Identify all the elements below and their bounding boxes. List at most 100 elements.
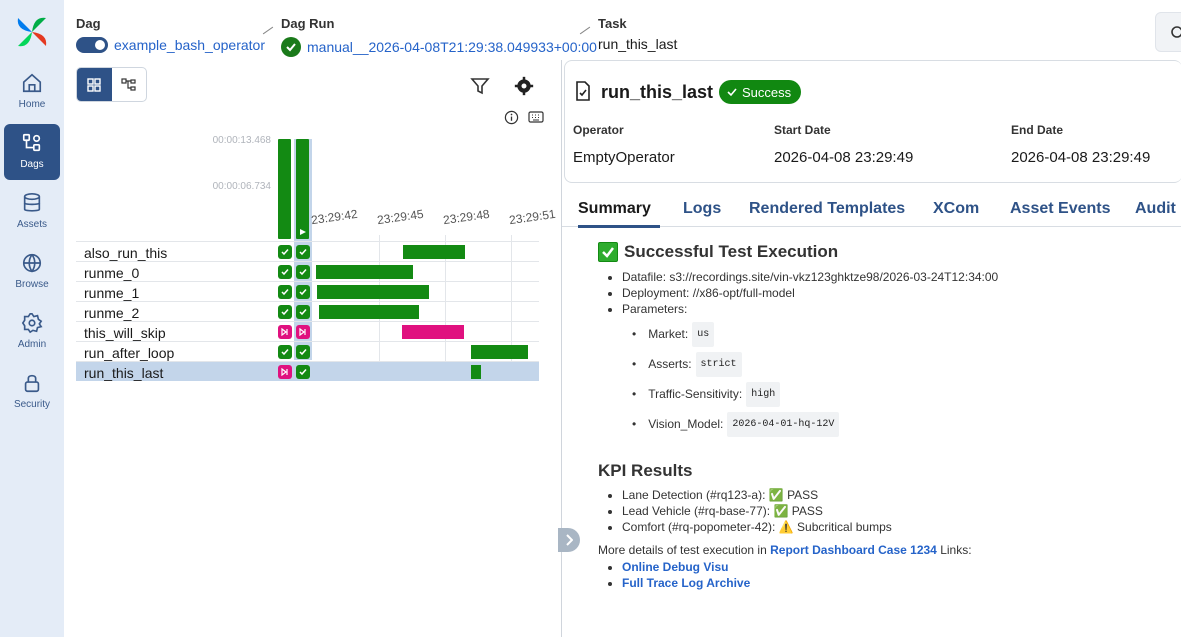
top-right-button[interactable] bbox=[1155, 12, 1181, 52]
side-nav: Home Dags Assets Browse Admin Security bbox=[0, 0, 64, 637]
nav-home[interactable]: Home bbox=[4, 64, 60, 120]
link-item: Online Debug Visu bbox=[622, 560, 1181, 574]
dag-link[interactable]: example_bash_operator bbox=[114, 37, 265, 53]
tab-audit[interactable]: Audit bbox=[1135, 200, 1176, 218]
gantt-bar[interactable] bbox=[316, 265, 413, 279]
task-name[interactable]: runme_1 bbox=[84, 285, 139, 301]
task-label: Task bbox=[598, 16, 627, 31]
param-value: high bbox=[746, 381, 781, 407]
task-row[interactable]: runme_1 bbox=[76, 281, 539, 301]
kpi-item: Lead Vehicle (#rq-base-77): ✅ PASS bbox=[622, 504, 1181, 518]
keyboard-shortcuts-button[interactable] bbox=[527, 109, 545, 125]
gantt-time-tick: 23:29:51 bbox=[508, 206, 557, 228]
gantt-bar[interactable] bbox=[317, 285, 429, 299]
tab-logs[interactable]: Logs bbox=[683, 200, 721, 218]
nav-browse[interactable]: Browse bbox=[4, 244, 60, 300]
view-mode-toggle bbox=[76, 67, 147, 102]
success-icon[interactable] bbox=[278, 265, 292, 279]
task-name[interactable]: runme_2 bbox=[84, 305, 139, 321]
nav-security[interactable]: Security bbox=[4, 364, 60, 420]
start-date-value: 2026-04-08 23:29:49 bbox=[774, 149, 914, 166]
dag-pause-toggle[interactable] bbox=[76, 37, 108, 53]
debug-visu-link[interactable]: Online Debug Visu bbox=[622, 560, 728, 574]
tab-xcom[interactable]: XCom bbox=[933, 200, 979, 218]
gantt-time-tick: 23:29:45 bbox=[376, 206, 425, 228]
skipped-icon[interactable] bbox=[278, 365, 292, 379]
tab-asset-events[interactable]: Asset Events bbox=[1010, 200, 1111, 218]
tab-summary[interactable]: Summary bbox=[578, 200, 651, 218]
play-icon bbox=[300, 229, 306, 235]
settings-button[interactable] bbox=[512, 74, 536, 98]
task-row[interactable]: run_after_loop bbox=[76, 341, 539, 361]
dag-run-link[interactable]: manual__2026-04-08T21:29:38.049933+00:00 bbox=[307, 39, 597, 55]
links-label: Links: bbox=[940, 543, 972, 557]
task-name[interactable]: runme_0 bbox=[84, 265, 139, 281]
graph-icon bbox=[121, 77, 136, 91]
task-row[interactable]: runme_2 bbox=[76, 301, 539, 321]
trace-log-link[interactable]: Full Trace Log Archive bbox=[622, 576, 750, 590]
gantt-time-tick: 23:29:42 bbox=[310, 206, 359, 228]
gantt-bar[interactable] bbox=[471, 345, 528, 359]
param-key: Market: bbox=[648, 326, 689, 341]
task-name[interactable]: also_run_this bbox=[84, 245, 167, 261]
kpi-result: Subcritical bumps bbox=[797, 520, 892, 534]
param-key: Traffic-Sensitivity: bbox=[648, 386, 743, 401]
kpi-result: PASS bbox=[787, 488, 819, 502]
success-icon[interactable] bbox=[296, 345, 310, 359]
gantt-bar[interactable] bbox=[471, 365, 481, 379]
success-icon[interactable] bbox=[278, 285, 292, 299]
param-value: strict bbox=[695, 351, 742, 377]
skipped-icon[interactable] bbox=[296, 325, 310, 339]
filter-button[interactable] bbox=[468, 74, 492, 98]
success-icon[interactable] bbox=[296, 285, 310, 299]
dag-label: Dag bbox=[76, 16, 101, 31]
report-dashboard-link[interactable]: Report Dashboard Case 1234 bbox=[770, 543, 937, 557]
graph-view-button[interactable] bbox=[112, 68, 147, 101]
nav-dags[interactable]: Dags bbox=[4, 124, 60, 180]
start-date-label: Start Date bbox=[774, 123, 831, 137]
success-icon[interactable] bbox=[296, 305, 310, 319]
task-row-selected[interactable]: run_this_last bbox=[76, 361, 539, 381]
success-icon[interactable] bbox=[296, 265, 310, 279]
operator-label: Operator bbox=[573, 123, 624, 137]
task-name[interactable]: run_this_last bbox=[84, 365, 163, 381]
task-row[interactable]: runme_0 bbox=[76, 261, 539, 281]
grid-view-button[interactable] bbox=[77, 68, 112, 101]
tab-rendered-templates[interactable]: Rendered Templates bbox=[749, 200, 905, 218]
task-row[interactable]: this_will_skip bbox=[76, 321, 539, 341]
deployment-item: Deployment: //x86-opt/full-model bbox=[622, 287, 1181, 299]
param-item: Vision_Model:2026-04-01-hq-12V bbox=[646, 409, 1181, 439]
breadcrumb-dag: Dag example_bash_operator bbox=[76, 16, 265, 53]
pass-icon: ✅ bbox=[773, 504, 789, 518]
nav-assets[interactable]: Assets bbox=[4, 184, 60, 240]
success-icon[interactable] bbox=[296, 365, 310, 379]
skipped-icon[interactable] bbox=[278, 325, 292, 339]
gantt-bar-skipped[interactable] bbox=[402, 325, 464, 339]
success-icon[interactable] bbox=[296, 245, 310, 259]
airflow-logo[interactable] bbox=[14, 14, 50, 50]
success-icon[interactable] bbox=[278, 245, 292, 259]
chevron-right-icon bbox=[566, 534, 573, 546]
more-details-text: More details of test execution in bbox=[598, 543, 767, 557]
gantt-bar[interactable] bbox=[403, 245, 465, 259]
task-name[interactable]: this_will_skip bbox=[84, 325, 166, 341]
dag-run-duration-bar[interactable] bbox=[278, 139, 291, 239]
param-item: Market:us bbox=[646, 319, 1181, 349]
nav-browse-label: Browse bbox=[15, 279, 49, 290]
gantt-bar[interactable] bbox=[319, 305, 419, 319]
task-row[interactable]: also_run_this bbox=[76, 241, 539, 261]
param-item: Asserts:strict bbox=[646, 349, 1181, 379]
task-name[interactable]: run_after_loop bbox=[84, 345, 174, 361]
lock-icon bbox=[24, 374, 40, 393]
breadcrumb-task: Task run_this_last bbox=[598, 16, 677, 52]
success-icon[interactable] bbox=[278, 345, 292, 359]
operator-value: EmptyOperator bbox=[573, 149, 675, 166]
filter-icon bbox=[470, 78, 490, 95]
kpi-label: Comfort (#rq-popometer-42): bbox=[622, 520, 776, 534]
nav-admin[interactable]: Admin bbox=[4, 304, 60, 360]
info-button[interactable] bbox=[503, 109, 519, 125]
success-icon[interactable] bbox=[278, 305, 292, 319]
kpi-list: Lane Detection (#rq123-a): ✅ PASS Lead V… bbox=[598, 488, 1181, 534]
dag-run-duration-bar-selected[interactable] bbox=[296, 139, 309, 239]
kpi-result: PASS bbox=[791, 504, 823, 518]
